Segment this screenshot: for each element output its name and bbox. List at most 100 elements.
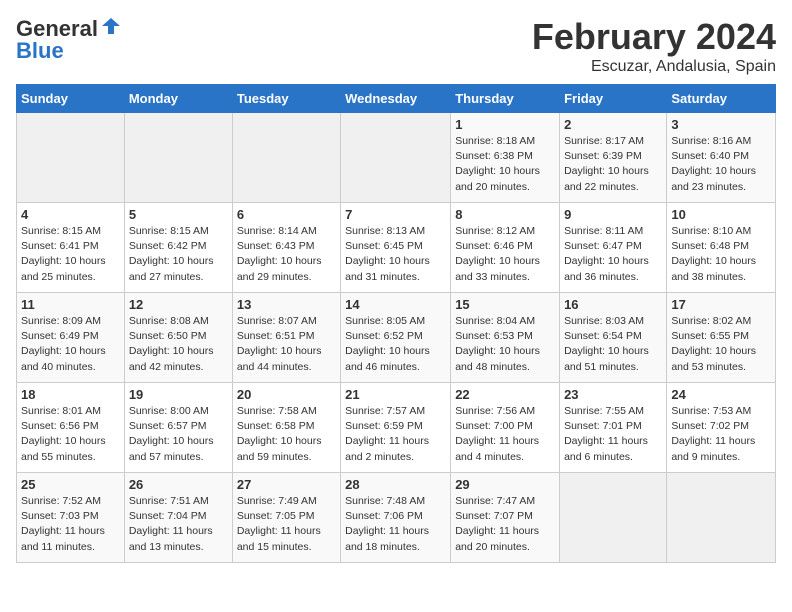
day-info: Sunrise: 8:09 AM Sunset: 6:49 PM Dayligh…: [21, 314, 120, 375]
day-number: 12: [129, 297, 228, 312]
weekday-header-thursday: Thursday: [451, 85, 560, 113]
day-info: Sunrise: 8:15 AM Sunset: 6:41 PM Dayligh…: [21, 224, 120, 285]
day-info: Sunrise: 8:15 AM Sunset: 6:42 PM Dayligh…: [129, 224, 228, 285]
calendar-cell: 7 Sunrise: 8:13 AM Sunset: 6:45 PM Daylig…: [341, 203, 451, 293]
day-info: Sunrise: 8:08 AM Sunset: 6:50 PM Dayligh…: [129, 314, 228, 375]
day-info: Sunrise: 8:07 AM Sunset: 6:51 PM Dayligh…: [237, 314, 336, 375]
day-number: 13: [237, 297, 336, 312]
day-info: Sunrise: 7:55 AM Sunset: 7:01 PM Dayligh…: [564, 404, 662, 465]
day-number: 28: [345, 477, 446, 492]
calendar-cell: [341, 113, 451, 203]
day-number: 7: [345, 207, 446, 222]
weekday-header-saturday: Saturday: [667, 85, 776, 113]
calendar-cell: [667, 473, 776, 563]
calendar-cell: [17, 113, 125, 203]
day-info: Sunrise: 7:53 AM Sunset: 7:02 PM Dayligh…: [671, 404, 771, 465]
calendar-cell: 24 Sunrise: 7:53 AM Sunset: 7:02 PM Dayli…: [667, 383, 776, 473]
calendar-cell: [560, 473, 667, 563]
day-number: 8: [455, 207, 555, 222]
day-info: Sunrise: 8:12 AM Sunset: 6:46 PM Dayligh…: [455, 224, 555, 285]
calendar-cell: 15 Sunrise: 8:04 AM Sunset: 6:53 PM Dayli…: [451, 293, 560, 383]
day-info: Sunrise: 7:49 AM Sunset: 7:05 PM Dayligh…: [237, 494, 336, 555]
day-info: Sunrise: 8:13 AM Sunset: 6:45 PM Dayligh…: [345, 224, 446, 285]
weekday-header-monday: Monday: [124, 85, 232, 113]
day-info: Sunrise: 8:16 AM Sunset: 6:40 PM Dayligh…: [671, 134, 771, 195]
day-number: 20: [237, 387, 336, 402]
calendar-cell: 12 Sunrise: 8:08 AM Sunset: 6:50 PM Dayli…: [124, 293, 232, 383]
calendar-week-row: 18Sunrise: 8:01 AM Sunset: 6:56 PM Dayli…: [17, 383, 776, 473]
calendar-cell: 20 Sunrise: 7:58 AM Sunset: 6:58 PM Dayli…: [232, 383, 340, 473]
calendar-cell: 6 Sunrise: 8:14 AM Sunset: 6:43 PM Daylig…: [232, 203, 340, 293]
calendar-cell: 13 Sunrise: 8:07 AM Sunset: 6:51 PM Dayli…: [232, 293, 340, 383]
calendar-cell: 4 Sunrise: 8:15 AM Sunset: 6:41 PM Daylig…: [17, 203, 125, 293]
calendar-cell: 29 Sunrise: 7:47 AM Sunset: 7:07 PM Dayli…: [451, 473, 560, 563]
calendar-cell: 9Sunrise: 8:11 AM Sunset: 6:47 PM Daylig…: [560, 203, 667, 293]
month-year-title: February 2024: [532, 16, 776, 58]
calendar-cell: [124, 113, 232, 203]
day-info: Sunrise: 7:56 AM Sunset: 7:00 PM Dayligh…: [455, 404, 555, 465]
day-info: Sunrise: 8:10 AM Sunset: 6:48 PM Dayligh…: [671, 224, 771, 285]
calendar-cell: 1 Sunrise: 8:18 AM Sunset: 6:38 PM Daylig…: [451, 113, 560, 203]
weekday-header-tuesday: Tuesday: [232, 85, 340, 113]
calendar-cell: 17 Sunrise: 8:02 AM Sunset: 6:55 PM Dayli…: [667, 293, 776, 383]
day-info: Sunrise: 8:04 AM Sunset: 6:53 PM Dayligh…: [455, 314, 555, 375]
day-number: 26: [129, 477, 228, 492]
calendar-week-row: 4 Sunrise: 8:15 AM Sunset: 6:41 PM Daylig…: [17, 203, 776, 293]
day-info: Sunrise: 8:14 AM Sunset: 6:43 PM Dayligh…: [237, 224, 336, 285]
calendar-table: SundayMondayTuesdayWednesdayThursdayFrid…: [16, 84, 776, 563]
calendar-cell: 22 Sunrise: 7:56 AM Sunset: 7:00 PM Dayli…: [451, 383, 560, 473]
day-number: 9: [564, 207, 662, 222]
day-number: 14: [345, 297, 446, 312]
day-info: Sunrise: 8:05 AM Sunset: 6:52 PM Dayligh…: [345, 314, 446, 375]
weekday-header-wednesday: Wednesday: [341, 85, 451, 113]
day-info: Sunrise: 8:02 AM Sunset: 6:55 PM Dayligh…: [671, 314, 771, 375]
day-info: Sunrise: 8:18 AM Sunset: 6:38 PM Dayligh…: [455, 134, 555, 195]
day-number: 4: [21, 207, 120, 222]
calendar-cell: [232, 113, 340, 203]
calendar-week-row: 11Sunrise: 8:09 AM Sunset: 6:49 PM Dayli…: [17, 293, 776, 383]
day-number: 10: [671, 207, 771, 222]
day-number: 3: [671, 117, 771, 132]
day-number: 17: [671, 297, 771, 312]
day-info: Sunrise: 7:47 AM Sunset: 7:07 PM Dayligh…: [455, 494, 555, 555]
calendar-cell: 2 Sunrise: 8:17 AM Sunset: 6:39 PM Daylig…: [560, 113, 667, 203]
day-number: 21: [345, 387, 446, 402]
calendar-cell: 18Sunrise: 8:01 AM Sunset: 6:56 PM Dayli…: [17, 383, 125, 473]
day-info: Sunrise: 8:00 AM Sunset: 6:57 PM Dayligh…: [129, 404, 228, 465]
day-number: 1: [455, 117, 555, 132]
day-number: 29: [455, 477, 555, 492]
day-number: 22: [455, 387, 555, 402]
day-info: Sunrise: 7:48 AM Sunset: 7:06 PM Dayligh…: [345, 494, 446, 555]
day-number: 27: [237, 477, 336, 492]
day-number: 18: [21, 387, 120, 402]
calendar-week-row: 1 Sunrise: 8:18 AM Sunset: 6:38 PM Daylig…: [17, 113, 776, 203]
calendar-cell: 14 Sunrise: 8:05 AM Sunset: 6:52 PM Dayli…: [341, 293, 451, 383]
calendar-cell: 10 Sunrise: 8:10 AM Sunset: 6:48 PM Dayli…: [667, 203, 776, 293]
day-number: 2: [564, 117, 662, 132]
day-number: 15: [455, 297, 555, 312]
day-number: 25: [21, 477, 120, 492]
calendar-cell: 5 Sunrise: 8:15 AM Sunset: 6:42 PM Daylig…: [124, 203, 232, 293]
day-number: 5: [129, 207, 228, 222]
calendar-cell: 21 Sunrise: 7:57 AM Sunset: 6:59 PM Dayli…: [341, 383, 451, 473]
day-info: Sunrise: 8:03 AM Sunset: 6:54 PM Dayligh…: [564, 314, 662, 375]
day-info: Sunrise: 7:51 AM Sunset: 7:04 PM Dayligh…: [129, 494, 228, 555]
calendar-cell: 8 Sunrise: 8:12 AM Sunset: 6:46 PM Daylig…: [451, 203, 560, 293]
calendar-cell: 16Sunrise: 8:03 AM Sunset: 6:54 PM Dayli…: [560, 293, 667, 383]
logo-bird-icon: [100, 16, 122, 38]
day-number: 19: [129, 387, 228, 402]
day-info: Sunrise: 7:52 AM Sunset: 7:03 PM Dayligh…: [21, 494, 120, 555]
logo: General Blue: [16, 16, 122, 64]
location-subtitle: Escuzar, Andalusia, Spain: [532, 58, 776, 76]
day-info: Sunrise: 7:57 AM Sunset: 6:59 PM Dayligh…: [345, 404, 446, 465]
calendar-cell: 19 Sunrise: 8:00 AM Sunset: 6:57 PM Dayli…: [124, 383, 232, 473]
day-info: Sunrise: 7:58 AM Sunset: 6:58 PM Dayligh…: [237, 404, 336, 465]
calendar-cell: 26 Sunrise: 7:51 AM Sunset: 7:04 PM Dayli…: [124, 473, 232, 563]
calendar-week-row: 25 Sunrise: 7:52 AM Sunset: 7:03 PM Dayli…: [17, 473, 776, 563]
weekday-header-sunday: Sunday: [17, 85, 125, 113]
day-number: 24: [671, 387, 771, 402]
calendar-header-row: SundayMondayTuesdayWednesdayThursdayFrid…: [17, 85, 776, 113]
calendar-cell: 11Sunrise: 8:09 AM Sunset: 6:49 PM Dayli…: [17, 293, 125, 383]
day-info: Sunrise: 8:17 AM Sunset: 6:39 PM Dayligh…: [564, 134, 662, 195]
day-number: 6: [237, 207, 336, 222]
